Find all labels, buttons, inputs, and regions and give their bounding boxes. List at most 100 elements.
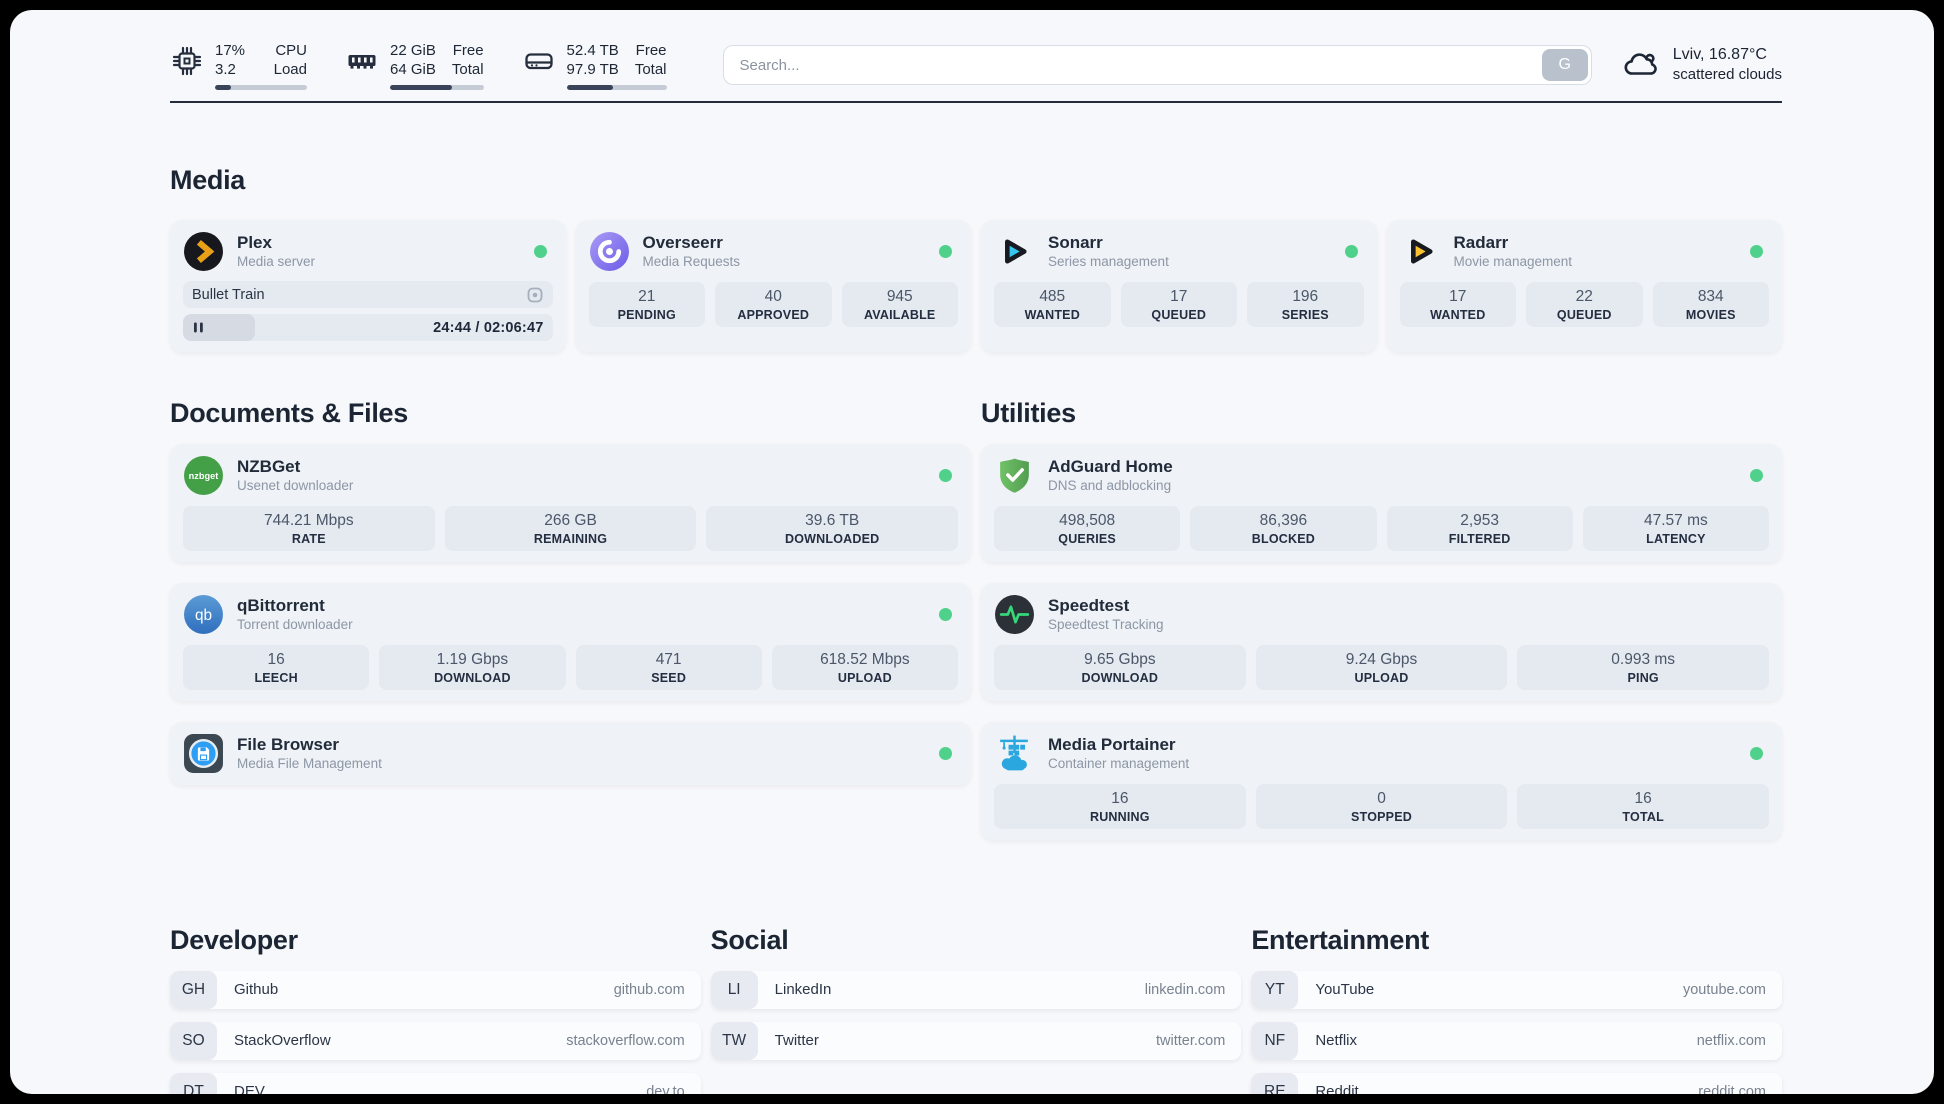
weather-condition: scattered clouds	[1672, 66, 1782, 83]
bookmark-url: dev.to	[646, 1083, 685, 1094]
bookmark-url: stackoverflow.com	[566, 1032, 685, 1049]
adguard-shield-icon	[1000, 458, 1029, 494]
bookmark-url: reddit.com	[1698, 1083, 1766, 1094]
hard-drive-icon	[524, 52, 553, 69]
search-bar: G	[722, 45, 1592, 85]
playback-progress-row: 24:44 / 02:06:47	[183, 314, 553, 341]
dashboard-page: 17% 3.2 CPU Load 22 GiB 64 GiB Free Tota…	[10, 10, 1934, 1094]
qbittorrent-icon: qb	[184, 595, 223, 635]
status-online-dot	[533, 245, 547, 258]
status-online-dot	[1750, 747, 1763, 761]
bookmark-stackoverflow[interactable]: SO StackOverflow stackoverflow.com	[170, 1021, 701, 1060]
stat-queued: 22 QUEUED	[1526, 282, 1643, 327]
app-subtitle: Media Requests	[642, 254, 741, 269]
bookmark-twitter[interactable]: TW Twitter twitter.com	[710, 1021, 1242, 1060]
ram-free-value: 22 GiB	[390, 41, 436, 59]
app-subtitle: Container management	[1048, 756, 1190, 772]
app-name: NZBGet	[237, 457, 301, 477]
bookmark-name: YouTube	[1315, 981, 1375, 999]
bookmark-dev[interactable]: DT DEV dev.to	[170, 1072, 701, 1094]
app-card-nzbget[interactable]: nzbget NZBGet Usenet downloader 744.21 M…	[170, 444, 971, 563]
cpu-progress-fill	[215, 84, 231, 90]
bookmark-abbr-badge: GH	[170, 970, 217, 1009]
bookmark-abbr-badge: YT	[1251, 970, 1299, 1009]
status-online-dot	[939, 747, 952, 761]
bookmark-name: Github	[234, 981, 279, 999]
bookmark-reddit[interactable]: RE Reddit reddit.com	[1251, 1072, 1782, 1094]
app-card-plex[interactable]: Plex Media server Bullet Train 24:44 / 0…	[170, 220, 566, 352]
stat-upload: 9.24 Gbps UPLOAD	[1255, 645, 1508, 691]
filebrowser-icon	[184, 734, 223, 774]
stat-latency: 47.57 ms LATENCY	[1582, 506, 1769, 552]
app-card-radarr[interactable]: Radarr Movie management 17 WANTED 22 QUE…	[1386, 220, 1782, 352]
svg-text:nzbget: nzbget	[189, 471, 219, 481]
app-card-qbittorrent[interactable]: qb qBittorrent Torrent downloader 16 LEE…	[170, 583, 971, 702]
bookmark-youtube[interactable]: YT YouTube youtube.com	[1251, 970, 1782, 1009]
bookmark-linkedin[interactable]: LI LinkedIn linkedin.com	[710, 970, 1242, 1009]
svg-text:qb: qb	[195, 608, 212, 625]
disk-progress-fill	[566, 84, 613, 90]
plex-icon	[184, 232, 223, 271]
header-divider	[170, 101, 1782, 103]
stat-download: 1.19 Gbps DOWNLOAD	[379, 645, 566, 691]
app-card-speedtest[interactable]: Speedtest Speedtest Tracking 9.65 Gbps D…	[981, 583, 1782, 702]
bookmark-abbr-badge: TW	[710, 1021, 758, 1060]
app-card-overseerr[interactable]: Overseerr Media Requests 21 PENDING 40 A…	[575, 220, 971, 352]
disk-free-label: Free	[635, 41, 667, 59]
media-cards-row: Plex Media server Bullet Train 24:44 / 0…	[170, 220, 1782, 352]
now-playing-row: Bullet Train	[183, 281, 553, 308]
section-title-media: Media	[170, 165, 246, 195]
bookmark-name: Reddit	[1315, 1083, 1359, 1094]
bookmark-name: Twitter	[774, 1032, 819, 1050]
bookmark-url: github.com	[613, 981, 685, 998]
app-subtitle: Media server	[237, 254, 316, 269]
app-card-portainer[interactable]: Media Portainer Container management 16 …	[981, 722, 1782, 841]
ram-free-label: Free	[452, 41, 484, 59]
disk-progress-bar	[566, 84, 667, 90]
ram-progress-bar	[390, 84, 484, 90]
status-online-dot	[939, 608, 952, 622]
stat-wanted: 17 WANTED	[1399, 282, 1516, 327]
nzbget-icon: nzbget	[184, 456, 223, 496]
speedtest-pulse-icon	[995, 595, 1034, 635]
bookmark-netflix[interactable]: NF Netflix netflix.com	[1251, 1021, 1782, 1060]
bookmark-name: LinkedIn	[774, 981, 832, 999]
status-online-dot	[1344, 245, 1358, 258]
bookmark-abbr-badge: SO	[170, 1021, 217, 1060]
stat-queued: 17 QUEUED	[1120, 282, 1237, 327]
section-title-documents: Documents & Files	[170, 398, 408, 429]
disk-free-value: 52.4 TB	[566, 41, 619, 59]
app-subtitle: DNS and adblocking	[1048, 478, 1172, 494]
utilities-column: Utilities AdGuard Home DNS and adblockin…	[981, 376, 1782, 841]
middle-columns: Documents & Files nzbget NZBGet Usenet d…	[170, 376, 1782, 841]
bookmark-abbr-badge: NF	[1251, 1021, 1299, 1060]
app-card-sonarr[interactable]: Sonarr Series management 485 WANTED 17 Q…	[981, 220, 1377, 352]
app-name: Overseerr	[642, 233, 723, 252]
bookmark-github[interactable]: GH Github github.com	[170, 970, 701, 1009]
stat-filtered: 2,953 FILTERED	[1386, 506, 1573, 552]
app-subtitle: Series management	[1048, 254, 1169, 269]
section-title-utilities: Utilities	[981, 398, 1076, 429]
stat-movies: 834 MOVIES	[1652, 282, 1769, 327]
weather-location-temp: Lviv, 16.87°C	[1672, 46, 1767, 63]
bookmark-url: youtube.com	[1682, 981, 1766, 998]
search-engine-button[interactable]: G	[1541, 49, 1588, 81]
developer-column: Developer GH Github github.com SO StackO…	[170, 902, 701, 1094]
app-name: Plex	[237, 233, 272, 252]
stat-running: 16 RUNNING	[994, 784, 1246, 830]
bookmark-url: twitter.com	[1156, 1032, 1226, 1049]
app-card-adguard[interactable]: AdGuard Home DNS and adblocking 498,508 …	[981, 444, 1782, 563]
app-name: qBittorrent	[237, 596, 325, 616]
app-name: AdGuard Home	[1048, 457, 1173, 477]
stat-queries: 498,508 QUERIES	[994, 506, 1181, 552]
ram-total-label: Total	[451, 60, 484, 78]
ram-icon	[348, 54, 376, 69]
stat-stopped: 0 STOPPED	[1255, 784, 1508, 830]
status-online-dot	[1750, 469, 1763, 483]
stat-download: 9.65 Gbps DOWNLOAD	[994, 645, 1246, 691]
bookmark-name: DEV	[234, 1083, 265, 1094]
search-input[interactable]	[737, 55, 1539, 75]
app-subtitle: Torrent downloader	[237, 617, 353, 633]
app-card-filebrowser[interactable]: File Browser Media File Management	[170, 722, 971, 786]
stat-leech: 16 LEECH	[183, 645, 370, 691]
